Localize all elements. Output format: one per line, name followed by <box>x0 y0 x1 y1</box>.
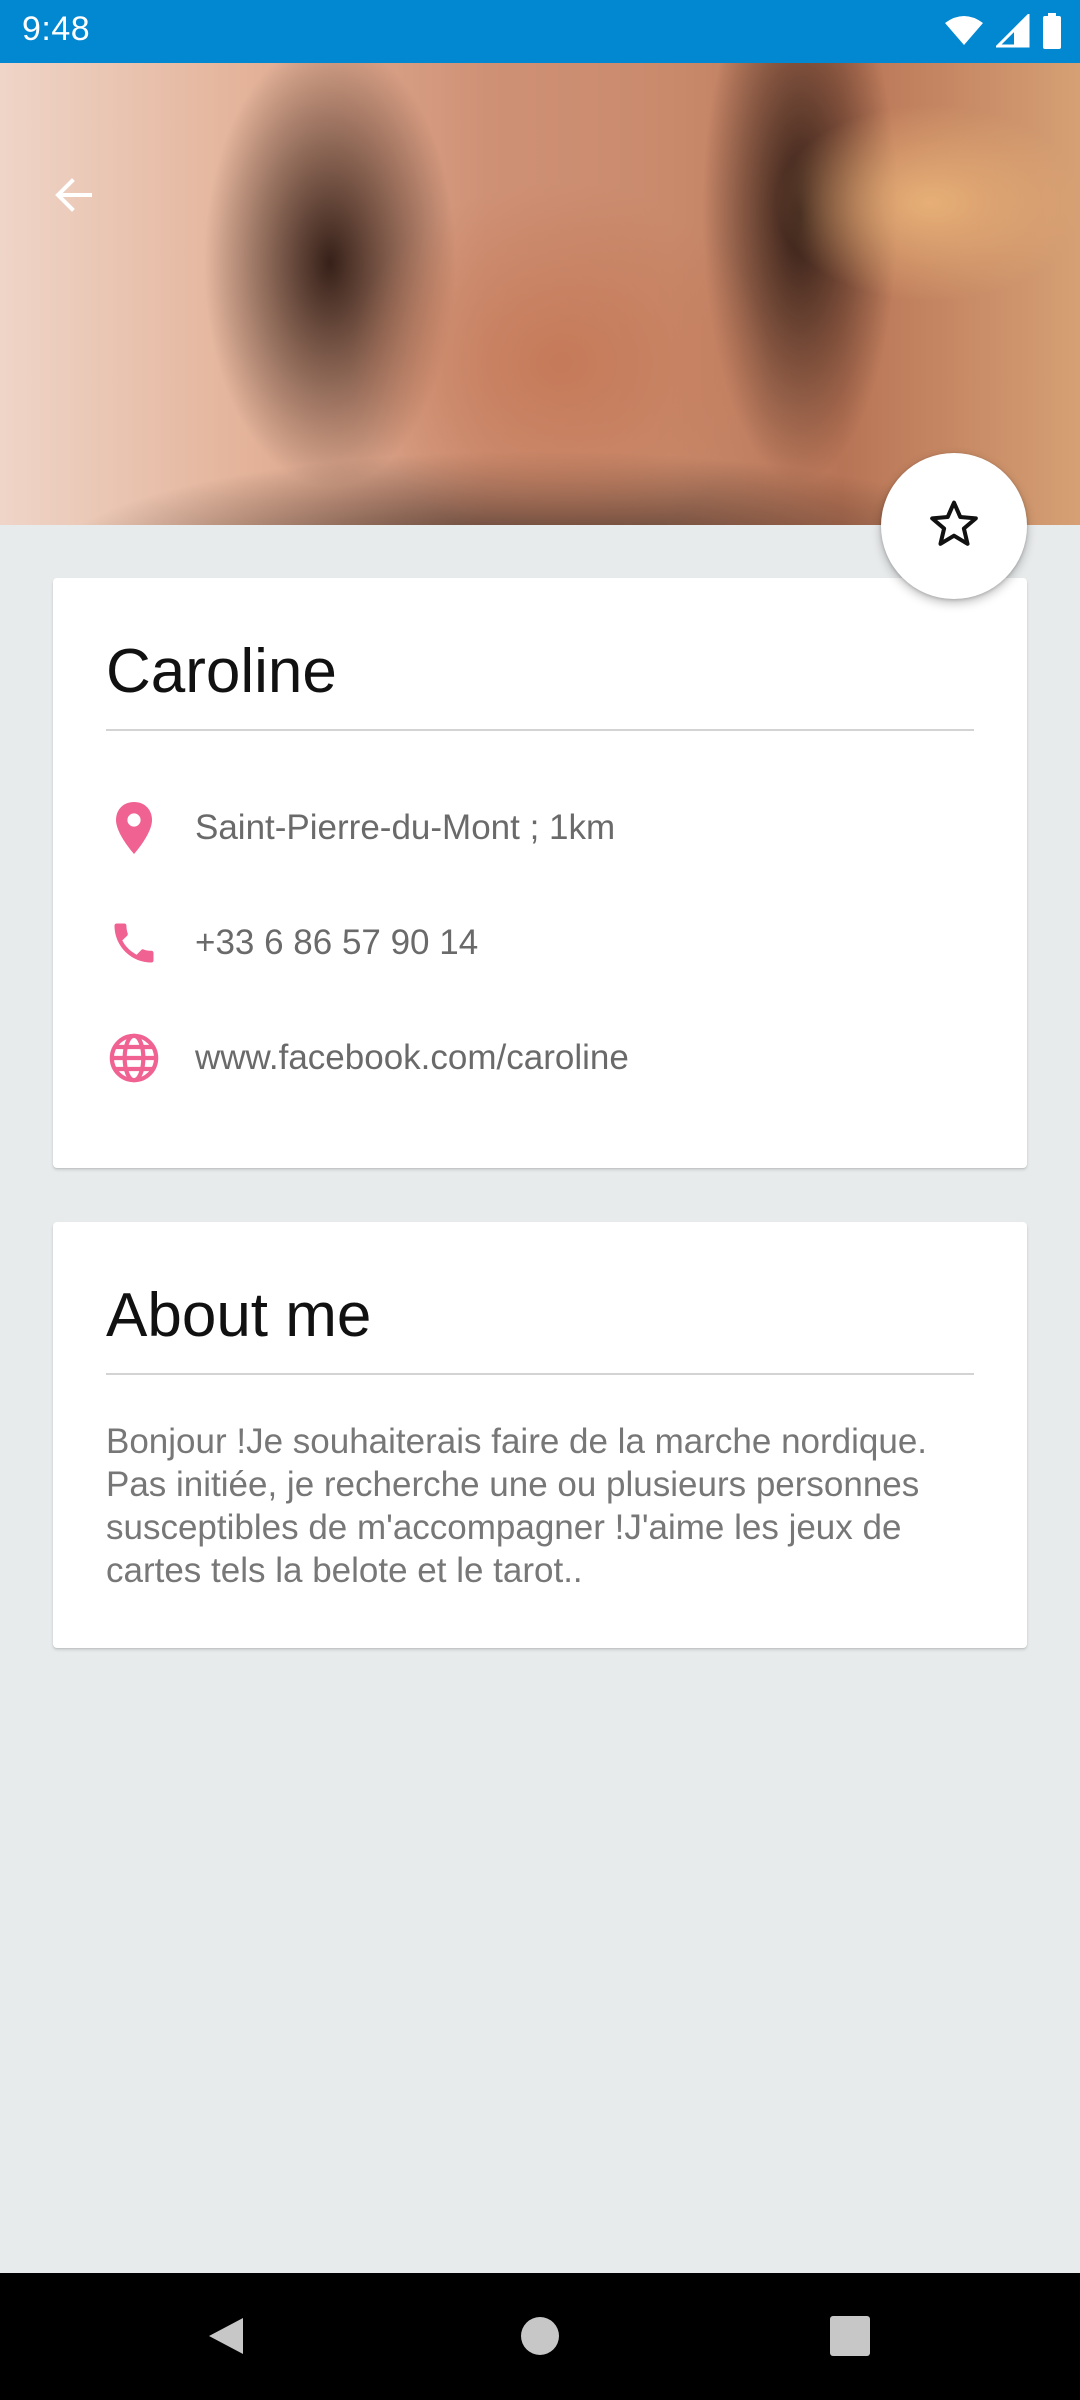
globe-icon <box>106 1030 162 1086</box>
website-row[interactable]: www.facebook.com/caroline <box>106 1018 966 1098</box>
divider <box>106 729 974 731</box>
signal-icon <box>996 14 1030 48</box>
arrow-back-icon <box>50 171 98 224</box>
location-text: Saint-Pierre-du-Mont ; 1km <box>195 808 616 847</box>
profile-name: Caroline <box>106 637 337 706</box>
website-text: www.facebook.com/caroline <box>195 1038 629 1077</box>
phone-row[interactable]: +33 6 86 57 90 14 <box>106 903 966 983</box>
about-title: About me <box>106 1281 372 1350</box>
back-triangle-icon <box>203 2314 247 2363</box>
navigation-bar <box>0 2273 1080 2400</box>
home-circle-icon <box>519 2315 561 2362</box>
star-outline-icon <box>927 497 981 556</box>
favorite-button[interactable] <box>881 453 1027 599</box>
contact-card: Caroline Saint-Pierre-du-Mont ; 1km +33 … <box>53 578 1027 1168</box>
phone-icon <box>106 915 162 971</box>
status-time: 9:48 <box>22 10 91 48</box>
location-pin-icon <box>106 800 162 856</box>
status-bar: 9:48 <box>0 0 1080 63</box>
divider <box>106 1373 974 1375</box>
location-row[interactable]: Saint-Pierre-du-Mont ; 1km <box>106 788 966 868</box>
nav-recents-button[interactable] <box>815 2303 885 2373</box>
nav-back-button[interactable] <box>190 2303 260 2373</box>
nav-home-button[interactable] <box>505 2303 575 2373</box>
phone-text: +33 6 86 57 90 14 <box>195 923 479 962</box>
wifi-icon <box>944 15 984 47</box>
profile-photo <box>0 63 1080 525</box>
battery-icon <box>1042 13 1062 49</box>
recents-square-icon <box>829 2315 871 2362</box>
about-text: Bonjour !Je souhaiterais faire de la mar… <box>106 1422 928 1590</box>
status-icons <box>944 12 1062 50</box>
about-card: About me Bonjour !Je souhaiterais faire … <box>53 1222 1027 1648</box>
back-button[interactable] <box>40 163 108 231</box>
